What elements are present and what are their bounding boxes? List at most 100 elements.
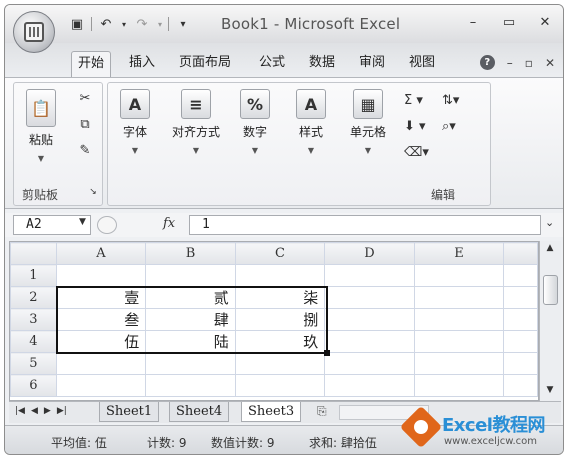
select-all-corner[interactable] — [10, 242, 57, 265]
customize-quick-access-icon[interactable]: ▾ — [173, 15, 193, 33]
cell[interactable] — [324, 286, 415, 309]
row-header[interactable]: 5 — [10, 352, 57, 375]
cell[interactable]: 柒 — [234, 286, 326, 309]
font-button[interactable]: A 字体 ▼ — [112, 89, 158, 155]
name-box-dropdown-icon[interactable]: ▼ — [79, 217, 86, 227]
cell[interactable] — [145, 264, 236, 287]
help-icon[interactable]: ? — [479, 55, 495, 70]
cell[interactable] — [324, 308, 415, 331]
cell[interactable] — [413, 264, 505, 287]
maximize-button[interactable]: ▭ — [491, 11, 527, 33]
cell[interactable] — [324, 264, 415, 287]
paste-button[interactable]: 📋 粘贴 ▼ — [18, 89, 64, 163]
scroll-up-icon[interactable]: ▲ — [543, 243, 557, 257]
sheet-tab-sheet1[interactable]: Sheet1 — [99, 402, 160, 422]
cell[interactable] — [324, 374, 415, 397]
tab-page-layout[interactable]: 页面布局 — [173, 51, 237, 77]
cell[interactable]: 捌 — [234, 308, 326, 331]
column-header-d[interactable]: D — [324, 242, 415, 265]
formula-input[interactable]: 1 — [189, 215, 541, 235]
redo-icon[interactable]: ↷ — [132, 15, 152, 33]
ribbon-minimize-button[interactable]: – — [507, 56, 513, 70]
tab-view[interactable]: 视图 — [403, 51, 441, 77]
prev-sheet-icon[interactable]: ◀ — [31, 406, 38, 416]
cell[interactable]: 肆 — [145, 308, 236, 331]
column-header-a[interactable]: A — [55, 242, 147, 265]
clear-icon[interactable]: ⌫▾ — [404, 145, 444, 161]
format-painter-icon[interactable]: ✎ — [76, 143, 94, 159]
cell[interactable] — [234, 374, 326, 397]
column-header-e[interactable]: E — [413, 242, 505, 265]
cells-button[interactable]: ▦ 单元格 ▼ — [342, 89, 394, 155]
autosum-icon[interactable]: Σ ▾ — [404, 93, 444, 109]
cell[interactable] — [55, 352, 147, 375]
insert-sheet-icon[interactable]: ⎘ — [317, 404, 327, 419]
minimize-button[interactable]: – — [455, 11, 491, 33]
cell[interactable] — [145, 352, 236, 375]
tab-formulas[interactable]: 公式 — [253, 51, 291, 77]
undo-icon[interactable]: ↶ — [96, 15, 116, 33]
cell[interactable] — [503, 330, 538, 353]
cell[interactable] — [234, 264, 326, 287]
insert-function-button[interactable]: fx — [163, 216, 175, 231]
ribbon-restore-button[interactable]: ▫ — [525, 56, 533, 70]
cell[interactable] — [503, 374, 538, 397]
cell[interactable] — [413, 374, 505, 397]
fill-icon[interactable]: ⬇ ▾ — [404, 119, 444, 135]
alignment-button[interactable]: ≡ 对齐方式 ▼ — [164, 89, 228, 155]
sheet-tab-sheet3[interactable]: Sheet3 — [241, 402, 302, 422]
cell[interactable] — [413, 330, 505, 353]
find-select-icon[interactable]: ⌕▾ — [442, 119, 482, 135]
vertical-scrollbar[interactable]: ▲ ▼ — [539, 241, 561, 401]
cell[interactable] — [413, 308, 505, 331]
next-sheet-icon[interactable]: ▶ — [44, 406, 51, 416]
row-header[interactable]: 6 — [10, 374, 57, 397]
cell[interactable]: 陆 — [145, 330, 236, 353]
column-header-f[interactable] — [503, 242, 538, 265]
row-header[interactable]: 2 — [10, 286, 57, 309]
tab-home[interactable]: 开始 — [71, 51, 112, 77]
scroll-thumb[interactable] — [543, 275, 558, 305]
cell[interactable] — [55, 374, 147, 397]
first-sheet-icon[interactable]: |◀ — [15, 406, 25, 416]
cell[interactable] — [55, 264, 147, 287]
row-header[interactable]: 3 — [10, 308, 57, 331]
copy-icon[interactable]: ⧉ — [76, 117, 94, 133]
cell[interactable]: 贰 — [145, 286, 236, 309]
expand-formula-bar-icon[interactable]: ⌄ — [545, 216, 559, 234]
dialog-launcher-icon[interactable]: ↘ — [84, 187, 102, 203]
tab-review[interactable]: 审阅 — [353, 51, 391, 77]
cell[interactable] — [503, 264, 538, 287]
row-header[interactable]: 1 — [10, 264, 57, 287]
ribbon-close-button[interactable]: ✕ — [545, 56, 555, 70]
cell[interactable] — [413, 286, 505, 309]
redo-dropdown-icon[interactable]: ▾ — [156, 15, 164, 33]
office-button[interactable] — [13, 11, 55, 53]
worksheet-grid[interactable]: A B C D E 1 2 壹 贰 柒 3 叁 肆 捌 4 伍 陆 玖 5 6 — [9, 241, 539, 401]
column-header-b[interactable]: B — [145, 242, 236, 265]
cell[interactable] — [145, 374, 236, 397]
close-button[interactable]: ✕ — [527, 11, 563, 33]
styles-button[interactable]: A 样式 ▼ — [288, 89, 334, 155]
cell[interactable] — [503, 352, 538, 375]
cell[interactable] — [234, 352, 326, 375]
cell[interactable]: 叁 — [55, 308, 147, 331]
last-sheet-icon[interactable]: ▶| — [57, 406, 67, 416]
cell[interactable]: 玖 — [234, 330, 326, 353]
tab-data[interactable]: 数据 — [303, 51, 341, 77]
fill-handle[interactable] — [324, 350, 330, 356]
cell[interactable] — [324, 352, 415, 375]
cut-icon[interactable]: ✂ — [76, 91, 94, 107]
cell[interactable] — [503, 286, 538, 309]
cell[interactable] — [413, 352, 505, 375]
cell[interactable] — [324, 330, 415, 353]
save-icon[interactable]: ▣ — [67, 15, 87, 33]
row-header[interactable]: 4 — [10, 330, 57, 353]
sheet-tab-sheet4[interactable]: Sheet4 — [169, 402, 230, 422]
formula-bar-handle-icon[interactable] — [97, 216, 117, 234]
cell[interactable]: 伍 — [55, 330, 147, 353]
tab-insert[interactable]: 插入 — [123, 51, 161, 77]
cell[interactable]: 壹 — [55, 286, 147, 309]
column-header-c[interactable]: C — [234, 242, 326, 265]
scroll-down-icon[interactable]: ▼ — [543, 385, 557, 399]
